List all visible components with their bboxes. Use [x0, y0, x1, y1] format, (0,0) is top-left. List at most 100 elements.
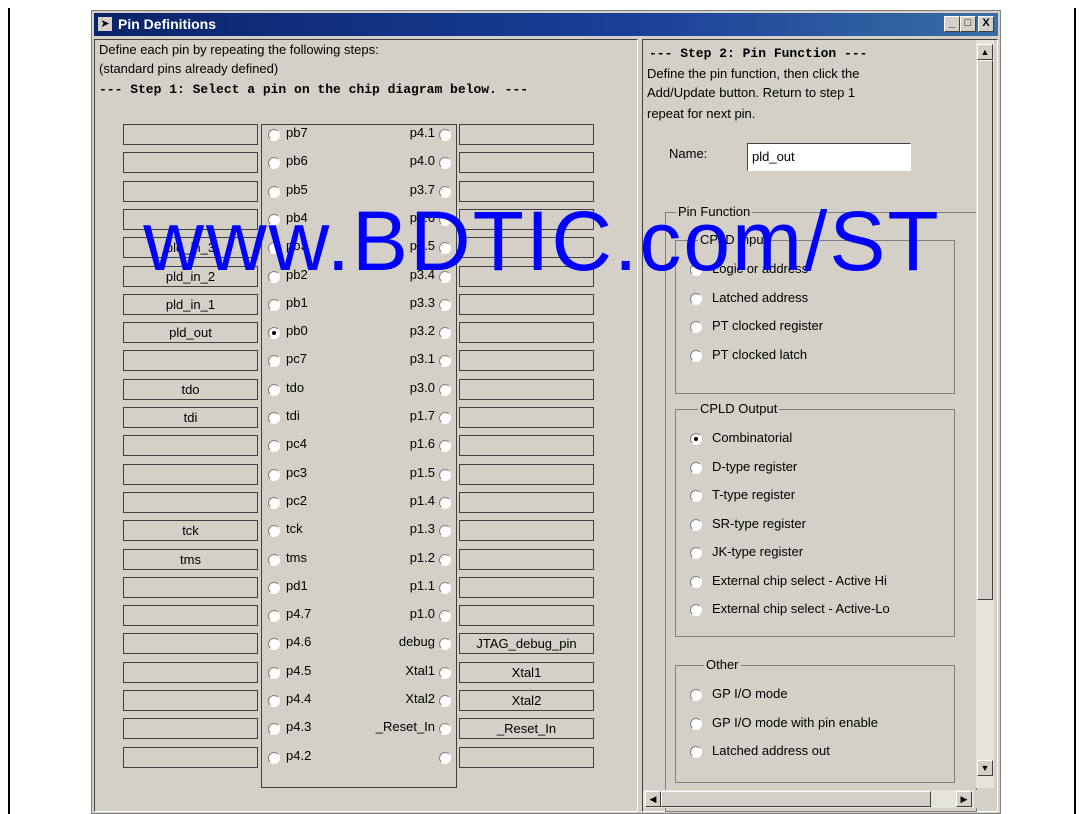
right-pin-name-box[interactable] [459, 265, 594, 287]
right-pin-radio[interactable] [439, 610, 451, 623]
right-pin-name-box[interactable] [459, 208, 594, 230]
right-pin-radio[interactable] [439, 666, 451, 679]
left-pin-name-box[interactable] [123, 463, 258, 485]
scroll-right-button[interactable]: ▶ [956, 791, 972, 807]
left-pin-radio[interactable] [268, 751, 280, 764]
left-pin-radio[interactable] [268, 383, 280, 396]
horizontal-scroll-thumb[interactable] [661, 791, 931, 807]
left-pin-radio[interactable] [268, 298, 280, 311]
right-pin-name-box[interactable] [459, 435, 594, 457]
right-pin-name-box[interactable] [459, 124, 594, 145]
option-label[interactable]: T-type register [712, 487, 795, 502]
right-pin-name-box[interactable] [459, 350, 594, 372]
minimize-button[interactable]: _ [944, 16, 960, 32]
option-label[interactable]: Latched address out [712, 743, 830, 758]
left-pin-name-box[interactable] [123, 124, 258, 145]
option-radio[interactable] [690, 433, 702, 445]
close-button[interactable]: X [978, 16, 994, 32]
option-radio[interactable] [690, 717, 702, 730]
left-pin-name-box[interactable] [123, 718, 258, 740]
name-input[interactable]: pld_out [747, 143, 911, 171]
option-label[interactable]: External chip select - Active-Lo [712, 601, 890, 616]
option-radio[interactable] [690, 575, 702, 588]
option-label[interactable]: Logic or address [712, 261, 808, 276]
left-pin-radio[interactable] [268, 468, 280, 481]
right-pin-radio[interactable] [439, 213, 451, 226]
left-pin-name-box[interactable]: pld_out [123, 322, 258, 344]
right-pin-name-box[interactable] [459, 491, 594, 513]
vertical-scrollbar[interactable]: ▲ ▼ [976, 40, 994, 788]
right-pin-radio[interactable] [439, 581, 451, 594]
option-label[interactable]: Latched address [712, 290, 808, 305]
right-pin-name-box[interactable] [459, 520, 594, 542]
left-pin-name-box[interactable] [123, 180, 258, 202]
scroll-left-button[interactable]: ◀ [645, 791, 661, 807]
option-radio[interactable] [690, 547, 702, 559]
title-bar[interactable]: ➤ Pin Definitions _ □ X [94, 13, 998, 36]
left-pin-radio[interactable] [268, 666, 280, 679]
option-radio[interactable] [690, 518, 702, 531]
left-pin-radio[interactable] [268, 412, 280, 424]
right-pin-radio[interactable] [439, 412, 451, 424]
horizontal-scrollbar[interactable]: ◀ ▶ [643, 790, 974, 808]
option-radio[interactable] [690, 689, 702, 701]
left-pin-name-box[interactable]: pld_in_3 [123, 237, 258, 259]
option-label[interactable]: External chip select - Active Hi [712, 573, 887, 588]
app-icon[interactable]: ➤ [98, 17, 112, 31]
right-pin-name-box[interactable] [459, 322, 594, 344]
right-pin-name-box[interactable]: JTAG_debug_pin [459, 633, 594, 655]
left-pin-radio[interactable] [268, 213, 280, 226]
maximize-button[interactable]: □ [960, 16, 976, 32]
right-pin-name-box[interactable] [459, 180, 594, 202]
right-pin-radio[interactable] [439, 468, 451, 481]
left-pin-name-box[interactable] [123, 633, 258, 655]
left-pin-name-box[interactable]: tdo [123, 378, 258, 400]
option-label[interactable]: Combinatorial [712, 430, 792, 445]
left-pin-name-box[interactable] [123, 208, 258, 230]
option-label[interactable]: PT clocked register [712, 318, 823, 333]
left-pin-name-box[interactable] [123, 661, 258, 683]
option-radio[interactable] [690, 461, 702, 474]
left-pin-name-box[interactable] [123, 605, 258, 627]
right-pin-name-box[interactable] [459, 152, 594, 174]
left-pin-name-box[interactable] [123, 491, 258, 513]
left-pin-name-box[interactable]: tms [123, 548, 258, 570]
option-label[interactable]: PT clocked latch [712, 347, 807, 362]
right-pin-name-box[interactable] [459, 463, 594, 485]
option-radio[interactable] [690, 321, 702, 333]
left-pin-radio[interactable] [268, 581, 280, 594]
option-label[interactable]: GP I/O mode with pin enable [712, 715, 878, 730]
right-pin-radio[interactable] [439, 383, 451, 396]
left-pin-radio[interactable] [268, 695, 280, 707]
option-radio[interactable] [690, 604, 702, 616]
right-pin-name-box[interactable] [459, 548, 594, 570]
option-radio[interactable] [690, 746, 702, 758]
left-pin-radio[interactable] [268, 129, 280, 141]
left-pin-name-box[interactable] [123, 576, 258, 598]
scroll-down-button[interactable]: ▼ [977, 760, 993, 776]
right-pin-name-box[interactable] [459, 237, 594, 259]
left-pin-name-box[interactable] [123, 690, 258, 711]
right-pin-name-box[interactable]: Xtal1 [459, 661, 594, 683]
left-pin-name-box[interactable]: tdi [123, 407, 258, 428]
right-pin-radio[interactable] [439, 327, 451, 340]
left-pin-radio[interactable] [268, 496, 280, 509]
option-label[interactable]: D-type register [712, 459, 797, 474]
right-pin-name-box[interactable] [459, 746, 594, 768]
left-pin-name-box[interactable] [123, 350, 258, 372]
option-label[interactable]: GP I/O mode [712, 686, 788, 701]
right-pin-name-box[interactable]: _Reset_In [459, 718, 594, 740]
resize-grip-icon[interactable] [976, 790, 994, 808]
right-pin-radio[interactable] [439, 496, 451, 509]
right-pin-radio[interactable] [439, 751, 451, 764]
left-pin-radio[interactable] [268, 553, 280, 566]
left-pin-radio[interactable] [268, 270, 280, 283]
option-label[interactable]: JK-type register [712, 544, 803, 559]
left-pin-name-box[interactable] [123, 152, 258, 174]
left-pin-name-box[interactable]: pld_in_1 [123, 293, 258, 315]
right-pin-radio[interactable] [439, 129, 451, 141]
right-pin-name-box[interactable] [459, 576, 594, 598]
left-pin-radio[interactable] [268, 327, 280, 340]
right-pin-name-box[interactable] [459, 407, 594, 428]
option-radio[interactable] [690, 292, 702, 305]
